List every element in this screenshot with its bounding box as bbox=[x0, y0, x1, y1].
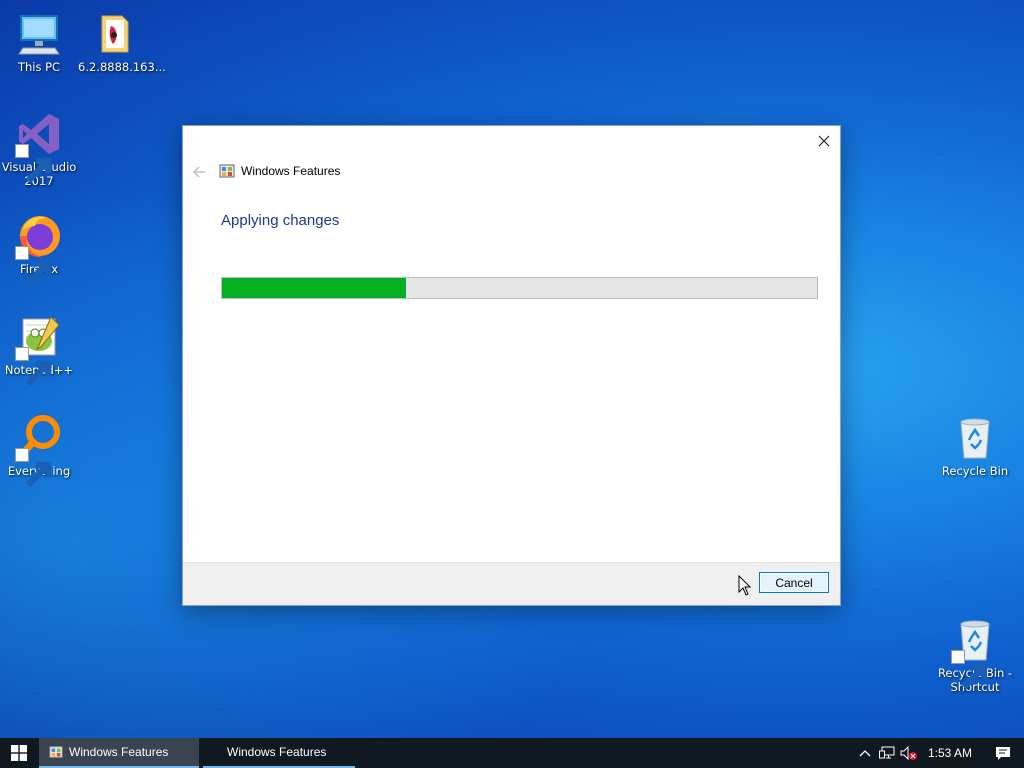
desktop-icon-recycle-bin[interactable]: Recycle Bin bbox=[937, 414, 1013, 478]
desktop-icon-label: 6.2.8888.163... bbox=[78, 60, 166, 74]
close-button[interactable] bbox=[808, 126, 840, 156]
back-button[interactable] bbox=[191, 164, 207, 180]
dialog-title-row: Windows Features bbox=[219, 163, 340, 179]
taskbar-item-label: Windows Features bbox=[69, 745, 169, 759]
taskbar-item-windows-features[interactable]: Windows Features bbox=[203, 738, 355, 768]
notification-icon bbox=[996, 746, 1010, 760]
recycle-bin-icon bbox=[951, 616, 999, 690]
taskbar-item-windows-features-active[interactable]: Windows Features bbox=[39, 738, 199, 768]
dialog-title: Windows Features bbox=[241, 164, 341, 178]
taskbar: Windows Features Windows Features 1:53 A… bbox=[0, 738, 1024, 768]
desktop-icon-everything[interactable]: Everything bbox=[1, 414, 77, 488]
computer-icon bbox=[15, 10, 63, 58]
show-hidden-icons-button[interactable] bbox=[854, 738, 876, 768]
progress-bar-fill bbox=[222, 278, 407, 298]
action-center-button[interactable] bbox=[982, 738, 1024, 768]
network-tray-button[interactable] bbox=[876, 738, 898, 768]
shortcut-arrow-icon bbox=[15, 347, 52, 387]
shortcut-arrow-icon bbox=[15, 144, 52, 184]
system-tray: 1:53 AM bbox=[854, 738, 1024, 768]
windows-features-icon bbox=[49, 746, 63, 758]
desktop-icon-recycle-bin-shortcut[interactable]: Recycle Bin - Shortcut bbox=[937, 616, 1013, 694]
taskbar-item-label: Windows Features bbox=[227, 745, 327, 759]
dialog-heading: Applying changes bbox=[221, 212, 340, 229]
desktop-icon-folder[interactable]: 6.2.8888.163... bbox=[78, 10, 166, 74]
volume-tray-button[interactable] bbox=[898, 738, 920, 768]
folder-icon bbox=[92, 10, 140, 58]
windows-features-icon bbox=[219, 164, 235, 178]
everything-search-icon bbox=[15, 414, 63, 488]
desktop-icon-notepadpp[interactable]: Notepad++ bbox=[1, 313, 77, 387]
shortcut-arrow-icon bbox=[15, 448, 52, 488]
progress-bar bbox=[221, 277, 818, 299]
desktop-icon-this-pc[interactable]: This PC bbox=[1, 10, 77, 74]
recycle-bin-icon bbox=[951, 414, 999, 462]
cancel-button[interactable]: Cancel bbox=[759, 572, 829, 593]
desktop-icon-label: Recycle Bin bbox=[941, 464, 1009, 478]
windows-features-dialog: Windows Features Applying changes Cancel bbox=[182, 125, 841, 606]
desktop-icon-firefox[interactable]: Firefox bbox=[1, 212, 77, 286]
clock[interactable]: 1:53 AM bbox=[920, 746, 982, 760]
mouse-cursor-icon bbox=[738, 575, 752, 596]
back-arrow-icon bbox=[193, 166, 205, 178]
volume-muted-icon bbox=[900, 746, 917, 760]
firefox-icon bbox=[15, 212, 63, 286]
network-icon bbox=[878, 746, 895, 759]
desktop-icon-label: This PC bbox=[17, 60, 61, 74]
chevron-up-icon bbox=[859, 750, 871, 757]
close-icon bbox=[818, 135, 830, 147]
shortcut-arrow-icon bbox=[951, 650, 988, 690]
notepadpp-icon bbox=[15, 313, 63, 387]
desktop-icon-visual-studio[interactable]: Visual Studio 2017 bbox=[1, 110, 77, 188]
visual-studio-icon bbox=[15, 110, 63, 184]
windows-logo-icon bbox=[11, 745, 27, 761]
desktop: This PC 6.2.8888.163... Visual Studio 20… bbox=[0, 0, 1024, 738]
shortcut-arrow-icon bbox=[15, 246, 52, 286]
start-button[interactable] bbox=[0, 738, 38, 768]
